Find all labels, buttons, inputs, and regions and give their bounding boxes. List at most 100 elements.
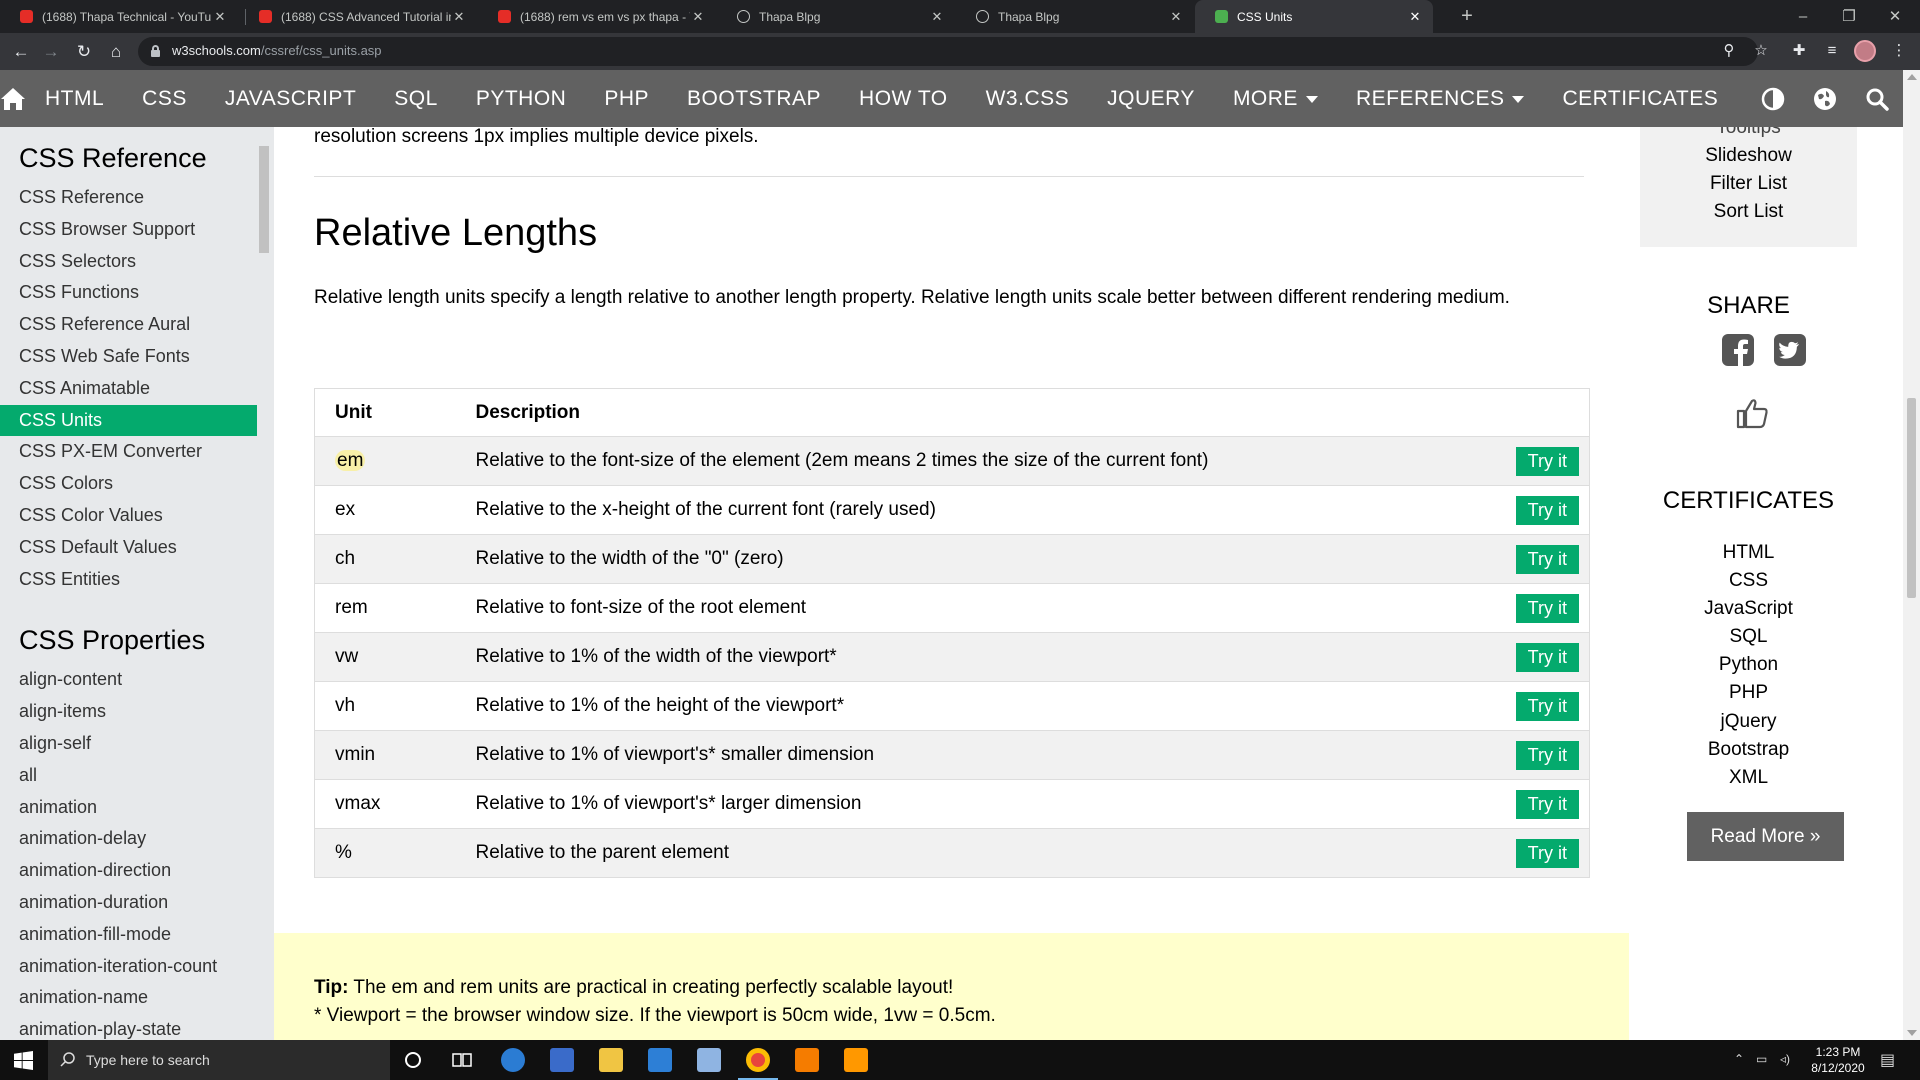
browser-tab[interactable]: (1688) CSS Advanced Tutorial in ✕ bbox=[239, 0, 477, 33]
address-bar[interactable]: w3schools.com/cssref/css_units.asp ⚲ bbox=[138, 37, 1758, 66]
task-view-icon[interactable] bbox=[452, 1051, 472, 1069]
cert-link-php[interactable]: PHP bbox=[1640, 682, 1857, 704]
sidebar-scrollbar[interactable] bbox=[257, 130, 271, 1040]
close-icon[interactable]: ✕ bbox=[929, 9, 945, 25]
new-tab-button[interactable]: + bbox=[1456, 5, 1478, 27]
extensions-icon[interactable]: ✚ bbox=[1788, 40, 1810, 62]
nav-certificates[interactable]: CERTIFICATES bbox=[1543, 70, 1737, 127]
cert-link-python[interactable]: Python bbox=[1640, 654, 1857, 676]
window-close-icon[interactable]: ✕ bbox=[1872, 0, 1918, 33]
cert-link-html[interactable]: HTML bbox=[1640, 542, 1857, 564]
scroll-up-arrow-icon[interactable] bbox=[1907, 74, 1917, 80]
scroll-down-arrow-icon[interactable] bbox=[1907, 1030, 1917, 1036]
nav-how-to[interactable]: HOW TO bbox=[840, 70, 967, 127]
sidebar-item[interactable]: CSS Reference Aural bbox=[0, 309, 257, 341]
browser-tab-active[interactable]: CSS Units ✕ bbox=[1195, 0, 1433, 33]
twitter-icon[interactable] bbox=[1774, 334, 1806, 366]
try-it-button[interactable]: Try it bbox=[1515, 495, 1579, 525]
sidebar-item[interactable]: animation-play-state bbox=[0, 1014, 257, 1040]
try-it-button[interactable]: Try it bbox=[1515, 544, 1579, 574]
profile-avatar[interactable] bbox=[1854, 40, 1876, 62]
forward-icon[interactable]: → bbox=[39, 40, 63, 64]
page-scrollbar[interactable] bbox=[1903, 70, 1920, 1040]
store-icon[interactable] bbox=[550, 1048, 574, 1072]
minimize-icon[interactable]: – bbox=[1780, 0, 1826, 33]
try-it-button[interactable]: Try it bbox=[1515, 691, 1579, 721]
nav-references[interactable]: REFERENCES bbox=[1337, 70, 1544, 127]
close-icon[interactable]: ✕ bbox=[690, 9, 706, 25]
try-it-button[interactable]: Try it bbox=[1515, 593, 1579, 623]
browser-tab[interactable]: Thapa Blpg ✕ bbox=[956, 0, 1194, 33]
sidebar-item[interactable]: animation bbox=[0, 792, 257, 824]
sidebar-item[interactable]: CSS Color Values bbox=[0, 500, 257, 532]
network-icon[interactable]: ▭ bbox=[1756, 1052, 1767, 1066]
cert-link-javascript[interactable]: JavaScript bbox=[1640, 598, 1857, 620]
link-slideshow[interactable]: Slideshow bbox=[1640, 145, 1857, 167]
sidebar-item[interactable]: animation-fill-mode bbox=[0, 919, 257, 951]
nav-html[interactable]: HTML bbox=[26, 70, 123, 127]
tray-chevron-icon[interactable]: ⌃ bbox=[1734, 1052, 1744, 1066]
sidebar-item[interactable]: CSS Animatable bbox=[0, 373, 257, 405]
sidebar-item[interactable]: all bbox=[0, 760, 257, 792]
sidebar-item[interactable]: CSS Default Values bbox=[0, 532, 257, 564]
nav-sql[interactable]: SQL bbox=[375, 70, 457, 127]
sidebar-item[interactable]: CSS Reference bbox=[0, 182, 257, 214]
home-icon[interactable] bbox=[0, 70, 26, 127]
nav-php[interactable]: PHP bbox=[585, 70, 668, 127]
sidebar-item[interactable]: align-content bbox=[0, 664, 257, 696]
menu-icon[interactable]: ⋮ bbox=[1888, 40, 1910, 62]
read-more-button[interactable]: Read More » bbox=[1687, 812, 1844, 861]
sidebar-item[interactable]: animation-direction bbox=[0, 855, 257, 887]
zoom-icon[interactable]: ⚲ bbox=[1718, 40, 1740, 62]
thumbs-up-icon[interactable] bbox=[1735, 396, 1769, 430]
sidebar-item[interactable]: CSS Selectors bbox=[0, 246, 257, 278]
close-icon[interactable]: ✕ bbox=[1168, 9, 1184, 25]
close-icon[interactable]: ✕ bbox=[451, 9, 467, 25]
nav-javascript[interactable]: JAVASCRIPT bbox=[206, 70, 375, 127]
cortana-icon[interactable] bbox=[404, 1051, 422, 1069]
try-it-button[interactable]: Try it bbox=[1515, 642, 1579, 672]
browser-tab[interactable]: (1688) Thapa Technical - YouTub ✕ bbox=[0, 0, 238, 33]
sidebar-item[interactable]: CSS PX-EM Converter bbox=[0, 436, 257, 468]
browser-tab[interactable]: (1688) rem vs em vs px thapa - Y ✕ bbox=[478, 0, 716, 33]
notes-icon[interactable] bbox=[697, 1048, 721, 1072]
nav-bootstrap[interactable]: BOOTSTRAP bbox=[668, 70, 840, 127]
sublime-text-icon[interactable] bbox=[844, 1048, 868, 1072]
sidebar-scroll-thumb[interactable] bbox=[259, 146, 269, 253]
close-icon[interactable]: ✕ bbox=[212, 9, 228, 25]
cert-link-css[interactable]: CSS bbox=[1640, 570, 1857, 592]
cert-link-sql[interactable]: SQL bbox=[1640, 626, 1857, 648]
taskbar-search-box[interactable]: Type here to search bbox=[48, 1040, 390, 1080]
sidebar-item[interactable]: animation-name bbox=[0, 982, 257, 1014]
xampp-icon[interactable] bbox=[795, 1048, 819, 1072]
search-icon[interactable] bbox=[1851, 70, 1903, 127]
close-icon[interactable]: ✕ bbox=[1407, 9, 1423, 25]
sidebar-item[interactable]: CSS Browser Support bbox=[0, 214, 257, 246]
nav-w3css[interactable]: W3.CSS bbox=[967, 70, 1089, 127]
nav-css[interactable]: CSS bbox=[123, 70, 206, 127]
nav-jquery[interactable]: JQUERY bbox=[1088, 70, 1214, 127]
page-scroll-thumb[interactable] bbox=[1907, 398, 1916, 598]
chrome-icon[interactable] bbox=[746, 1048, 770, 1072]
back-icon[interactable]: ← bbox=[9, 40, 33, 64]
sidebar-item[interactable]: animation-delay bbox=[0, 823, 257, 855]
system-clock[interactable]: 1:23 PM 8/12/2020 bbox=[1808, 1044, 1868, 1076]
nav-python[interactable]: PYTHON bbox=[457, 70, 586, 127]
try-it-button[interactable]: Try it bbox=[1515, 446, 1579, 476]
sidebar-item[interactable]: CSS Functions bbox=[0, 277, 257, 309]
nav-more[interactable]: MORE bbox=[1214, 70, 1337, 127]
sidebar-item[interactable]: align-self bbox=[0, 728, 257, 760]
reload-icon[interactable]: ↻ bbox=[72, 40, 96, 64]
home-icon[interactable]: ⌂ bbox=[104, 40, 128, 64]
sidebar-item[interactable]: CSS Entities bbox=[0, 564, 257, 596]
restore-icon[interactable]: ❐ bbox=[1826, 0, 1872, 33]
cert-link-jquery[interactable]: jQuery bbox=[1640, 711, 1857, 733]
sidebar-item-css-units-active[interactable]: CSS Units bbox=[0, 404, 257, 437]
facebook-icon[interactable] bbox=[1722, 334, 1754, 366]
mail-icon[interactable] bbox=[648, 1048, 672, 1072]
file-explorer-icon[interactable] bbox=[599, 1048, 623, 1072]
sidebar-item[interactable]: CSS Colors bbox=[0, 468, 257, 500]
edge-icon[interactable] bbox=[501, 1048, 525, 1072]
browser-tab[interactable]: Thapa Blpg ✕ bbox=[717, 0, 955, 33]
cert-link-xml[interactable]: XML bbox=[1640, 767, 1857, 789]
